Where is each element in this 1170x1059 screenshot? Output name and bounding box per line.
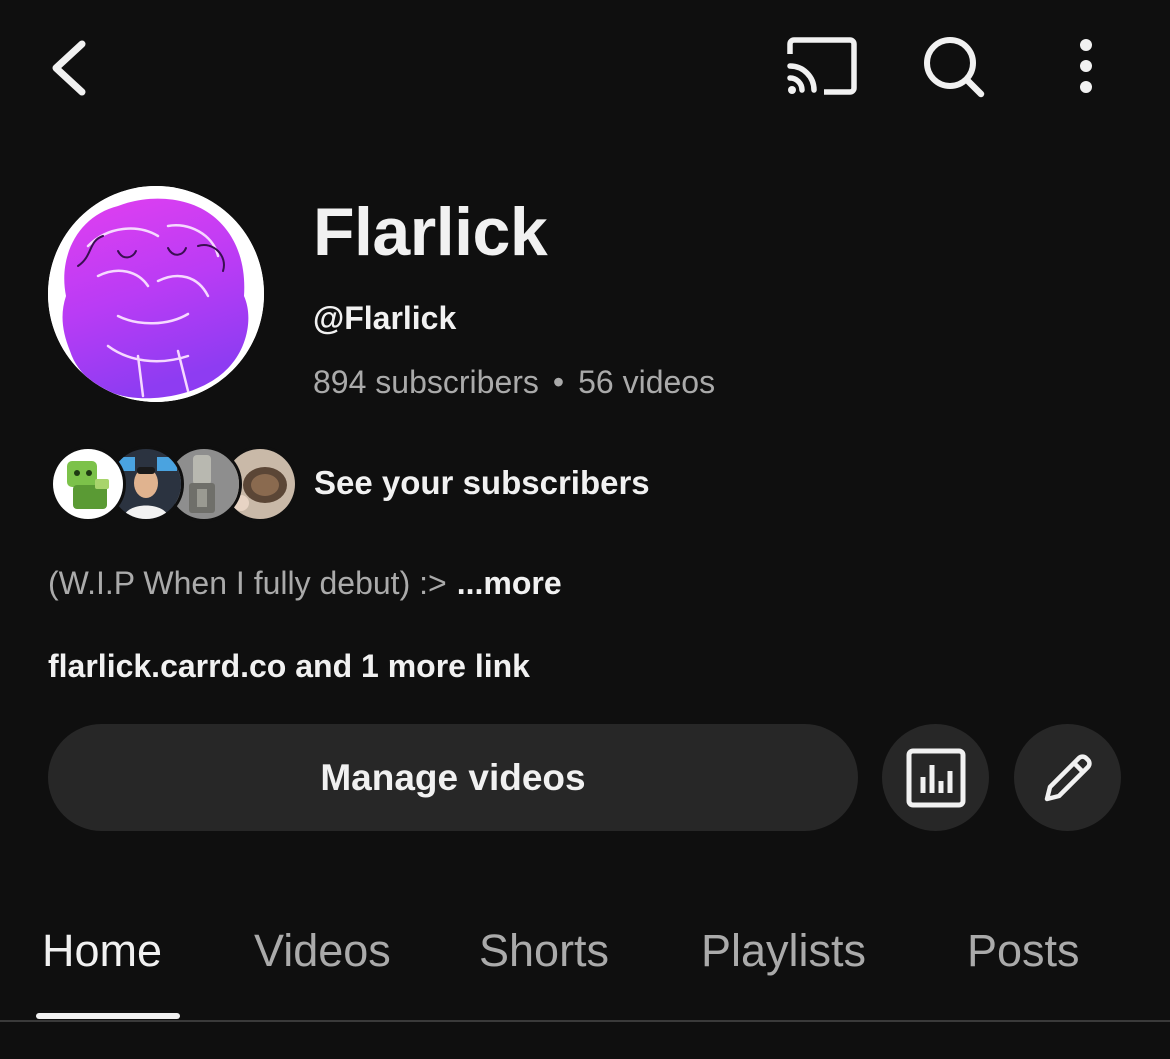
video-count: 56 videos (578, 364, 716, 400)
subscriber-count: 894 subscribers (313, 364, 539, 400)
subscriber-avatar-image (53, 449, 123, 519)
search-icon (924, 37, 985, 98)
channel-handle: @Flarlick (313, 300, 457, 336)
channel-links[interactable]: flarlick.carrd.co and 1 more link (48, 645, 530, 687)
search-button[interactable] (918, 34, 988, 100)
stats-separator: • (552, 364, 565, 400)
analytics-button[interactable] (882, 724, 989, 831)
tab-videos[interactable]: Videos (254, 923, 391, 979)
tabs-divider (0, 1020, 1170, 1022)
channel-avatar-image (48, 186, 264, 402)
channel-tabs: Home Videos Shorts Playlists Posts (0, 905, 1170, 1025)
chevron-left-icon (52, 40, 86, 96)
more-link[interactable]: ...more (457, 565, 562, 601)
channel-stats: 894 subscribers • 56 videos (313, 361, 715, 403)
active-tab-indicator (36, 1013, 180, 1019)
more-vertical-icon (1080, 39, 1092, 93)
subscriber-avatar (50, 446, 126, 522)
analytics-icon (906, 748, 965, 807)
tab-playlists[interactable]: Playlists (701, 923, 866, 979)
back-button[interactable] (40, 30, 104, 106)
channel-description[interactable]: (W.I.P When I fully debut) :> ...more (48, 562, 562, 604)
tab-shorts[interactable]: Shorts (479, 923, 609, 979)
edit-channel-button[interactable] (1014, 724, 1121, 831)
cast-button[interactable] (784, 34, 860, 100)
cast-icon (787, 37, 857, 95)
pencil-icon (1044, 753, 1092, 801)
channel-avatar[interactable] (48, 186, 264, 402)
tab-posts[interactable]: Posts (967, 923, 1080, 979)
more-options-button[interactable] (1066, 34, 1106, 100)
top-bar (0, 0, 1170, 140)
see-subscribers-row[interactable]: See your subscribers (50, 446, 750, 522)
manage-videos-button[interactable]: Manage videos (48, 724, 858, 831)
description-text: (W.I.P When I fully debut) :> (48, 565, 447, 601)
channel-name: Flarlick (313, 194, 548, 270)
tab-home[interactable]: Home (42, 923, 162, 979)
see-subscribers-label: See your subscribers (314, 464, 650, 501)
